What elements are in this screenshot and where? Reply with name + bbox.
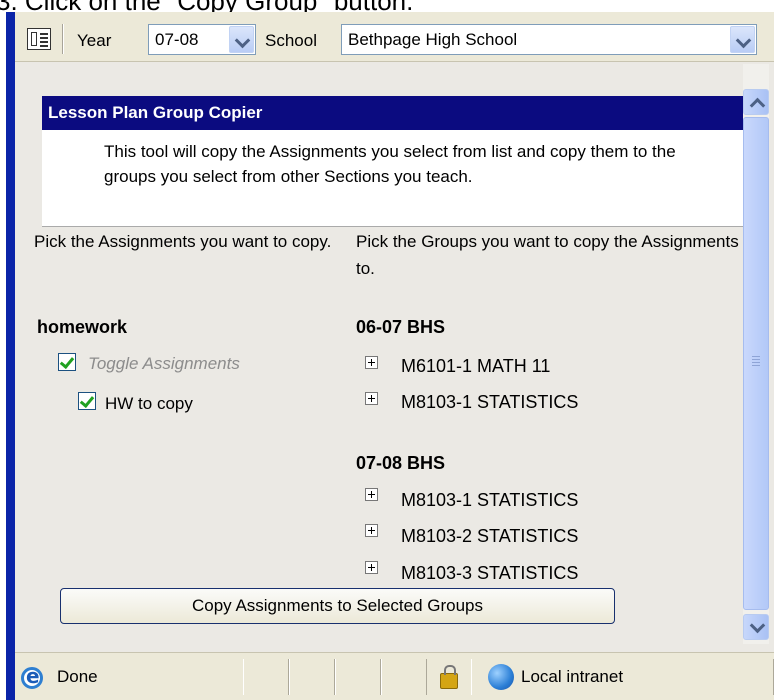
assignment-checkbox[interactable] <box>78 392 96 410</box>
expand-plus-icon[interactable] <box>365 392 378 405</box>
status-cell <box>243 659 289 695</box>
school-select-value: Bethpage High School <box>348 30 518 49</box>
year-select-value: 07-08 <box>155 30 199 49</box>
group-item[interactable]: M6101-1 MATH 11 <box>401 356 550 377</box>
term-title: 06-07 BHS <box>356 317 446 337</box>
ie-page-icon <box>21 664 43 689</box>
panel-title: Lesson Plan Group Copier <box>42 96 743 130</box>
status-cell <box>381 659 427 695</box>
expand-plus-icon[interactable] <box>365 561 378 574</box>
window-frame: Year 07-08 School Bethpage High School L… <box>15 12 774 700</box>
expand-plus-icon[interactable] <box>365 488 378 501</box>
zone-text: Local intranet <box>521 667 624 686</box>
toggle-assignments-label[interactable]: Toggle Assignments <box>88 354 240 374</box>
group-item[interactable]: M8103-1 STATISTICS <box>401 490 578 511</box>
status-cell <box>289 659 335 695</box>
status-cell <box>335 659 381 695</box>
assignments-instruction: Pick the Assignments you want to copy. <box>34 232 332 251</box>
group-item[interactable]: M8103-2 STATISTICS <box>401 526 578 547</box>
school-label: School <box>265 31 317 50</box>
group-item[interactable]: M8103-1 STATISTICS <box>401 392 578 413</box>
year-label: Year <box>77 31 112 50</box>
divider <box>42 226 743 227</box>
category-title: homework <box>37 317 128 337</box>
intranet-globe-icon <box>488 664 514 690</box>
toolbar-separator <box>62 24 64 54</box>
copy-assignments-button[interactable]: Copy Assignments to Selected Groups <box>60 588 615 624</box>
intro-text: This tool will copy the Assignments you … <box>42 130 743 226</box>
school-select[interactable]: Bethpage High School <box>341 24 757 55</box>
scroll-thumb[interactable] <box>743 117 769 610</box>
expand-plus-icon[interactable] <box>365 524 378 537</box>
assignment-label[interactable]: HW to copy <box>105 394 193 414</box>
chevron-down-icon[interactable] <box>730 26 755 53</box>
scroll-down-button[interactable] <box>743 614 769 640</box>
vertical-scrollbar[interactable] <box>743 64 769 644</box>
content-area: Lesson Plan Group Copier This tool will … <box>15 70 743 640</box>
groups-instruction: Pick the Groups you want to copy the Ass… <box>356 232 739 278</box>
sidebar-toggle-icon[interactable] <box>27 28 51 50</box>
toolbar: Year 07-08 School Bethpage High School <box>15 12 774 62</box>
lock-icon <box>440 665 458 689</box>
expand-plus-icon[interactable] <box>365 356 378 369</box>
status-text: Done <box>57 667 98 686</box>
chevron-down-icon[interactable] <box>229 26 254 53</box>
scroll-up-button[interactable] <box>743 89 769 115</box>
status-bar: Done Local intranet <box>15 652 774 700</box>
term-title: 07-08 BHS <box>356 453 446 473</box>
year-select[interactable]: 07-08 <box>148 24 256 55</box>
toggle-assignments-checkbox[interactable] <box>58 353 76 371</box>
browser-window: Year 07-08 School Bethpage High School L… <box>6 12 774 700</box>
group-item[interactable]: M8103-3 STATISTICS <box>401 563 578 584</box>
